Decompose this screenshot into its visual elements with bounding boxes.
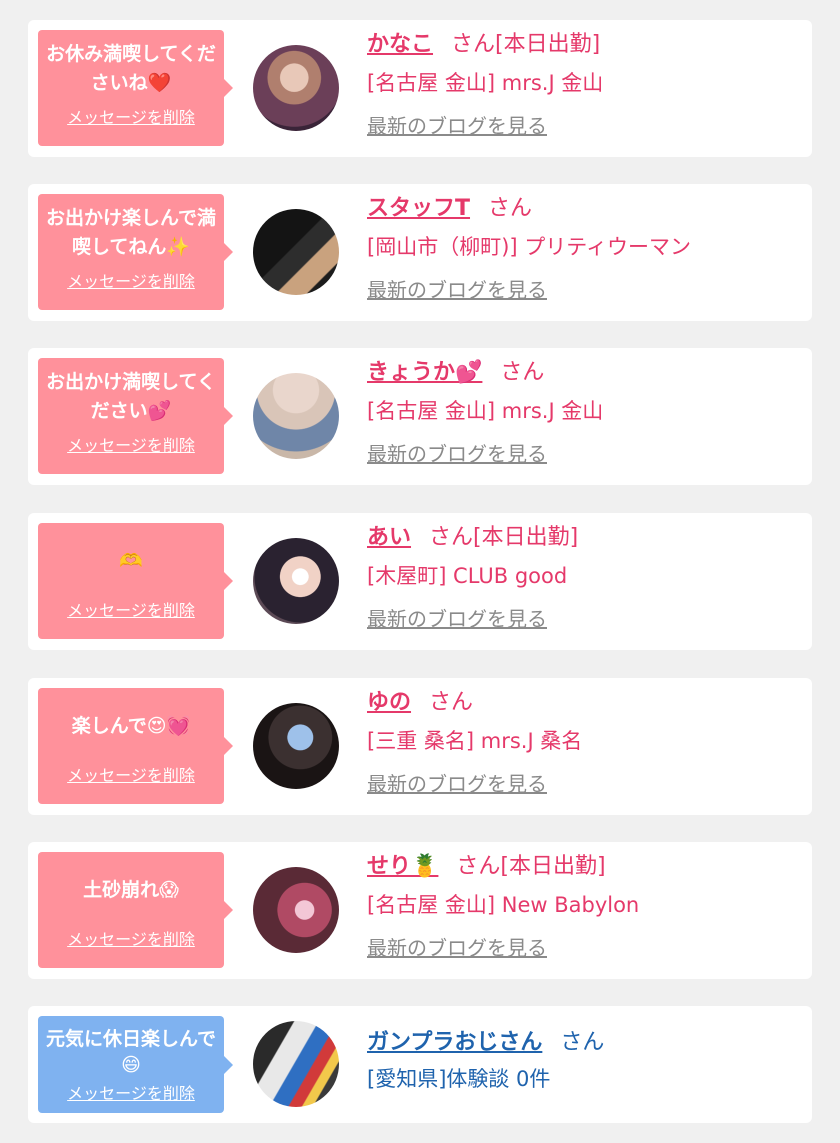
shop-info: [岡山市（柳町)] プリティウーマン	[367, 235, 691, 259]
latest-blog-link[interactable]: 最新のブログを見る	[367, 932, 547, 961]
avatar[interactable]	[253, 703, 339, 789]
latest-blog-link[interactable]: 最新のブログを見る	[367, 603, 547, 632]
message-bubble: お出かけ楽しんで満喫してねん✨ メッセージを削除	[38, 194, 233, 310]
message-card: お出かけ楽しんで満喫してねん✨ メッセージを削除 スタッフT さん [岡山市（柳町…	[28, 184, 812, 321]
message-text: お出かけ楽しんで満喫してねん✨	[45, 207, 217, 258]
member-name-link[interactable]: せり🍍	[367, 854, 438, 879]
member-name-link[interactable]: あい	[367, 525, 411, 550]
delete-message-link[interactable]: メッセージを削除	[67, 268, 195, 292]
name-suffix: さん[本日出勤]	[451, 32, 601, 57]
message-bubble: 元気に休日楽しんで😄 メッセージを削除	[38, 1016, 233, 1113]
avatar[interactable]	[253, 45, 339, 131]
member-info: スタッフT さん [岡山市（柳町)] プリティウーマン 最新のブログを見る	[367, 194, 691, 303]
message-card: お出かけ満喫してください💕 メッセージを削除 きょうか💕 さん [名古屋 金山] …	[28, 348, 812, 485]
name-suffix: さん[本日出勤]	[429, 525, 579, 550]
avatar[interactable]	[253, 538, 339, 624]
shop-info: [名古屋 金山] mrs.J 金山	[367, 71, 604, 95]
member-name-link[interactable]: ガンプラおじさん	[367, 1030, 542, 1055]
message-bubble: お休み満喫してくださいね❤️ メッセージを削除	[38, 30, 233, 146]
latest-blog-link[interactable]: 最新のブログを見る	[367, 110, 547, 139]
message-card: 土砂崩れ😱 メッセージを削除 せり🍍 さん[本日出勤] [名古屋 金山] New …	[28, 842, 812, 979]
message-card: お休み満喫してくださいね❤️ メッセージを削除 かなこ さん[本日出勤] [名古屋…	[28, 20, 812, 157]
message-bubble: 楽しんで😍💓 メッセージを削除	[38, 688, 233, 804]
member-info: せり🍍 さん[本日出勤] [名古屋 金山] New Babylon 最新のブログを…	[367, 852, 639, 961]
shop-info: [三重 桑名] mrs.J 桑名	[367, 729, 583, 753]
member-info: ゆの さん [三重 桑名] mrs.J 桑名 最新のブログを見る	[367, 688, 582, 797]
message-card: 元気に休日楽しんで😄 メッセージを削除 ガンプラおじさん さん [愛知県]体験談 …	[28, 1006, 812, 1123]
shop-info: [名古屋 金山] mrs.J 金山	[367, 399, 604, 423]
member-name-link[interactable]: かなこ	[367, 32, 433, 57]
message-text: お出かけ満喫してください💕	[46, 371, 216, 422]
latest-blog-link[interactable]: 最新のブログを見る	[367, 768, 547, 797]
member-info: あい さん[本日出勤] [木屋町] CLUB good 最新のブログを見る	[367, 523, 578, 632]
review-count: [愛知県]体験談 0件	[367, 1067, 551, 1091]
latest-blog-link[interactable]: 最新のブログを見る	[367, 438, 547, 467]
member-info: きょうか💕 さん [名古屋 金山] mrs.J 金山 最新のブログを見る	[367, 358, 603, 467]
message-bubble: 土砂崩れ😱 メッセージを削除	[38, 852, 233, 968]
avatar[interactable]	[253, 1021, 339, 1107]
name-suffix: さん	[488, 196, 533, 221]
name-suffix: さん[本日出勤]	[456, 854, 606, 879]
avatar[interactable]	[253, 373, 339, 459]
message-list: お休み満喫してくださいね❤️ メッセージを削除 かなこ さん[本日出勤] [名古屋…	[0, 0, 840, 1143]
delete-message-link[interactable]: メッセージを削除	[67, 762, 195, 786]
message-text: 元気に休日楽しんで😄	[45, 1028, 217, 1076]
delete-message-link[interactable]: メッセージを削除	[67, 597, 195, 621]
avatar[interactable]	[253, 209, 339, 295]
message-card: 🫶 メッセージを削除 あい さん[本日出勤] [木屋町] CLUB good 最新…	[28, 513, 812, 650]
name-suffix: さん	[560, 1030, 605, 1055]
latest-blog-link[interactable]: 最新のブログを見る	[367, 274, 547, 303]
delete-message-link[interactable]: メッセージを削除	[67, 926, 195, 950]
message-text: 🫶	[119, 550, 143, 572]
message-text: 土砂崩れ😱	[83, 879, 179, 901]
delete-message-link[interactable]: メッセージを削除	[67, 104, 195, 128]
name-suffix: さん	[429, 690, 474, 715]
avatar[interactable]	[253, 867, 339, 953]
member-info: かなこ さん[本日出勤] [名古屋 金山] mrs.J 金山 最新のブログを見る	[367, 30, 603, 139]
delete-message-link[interactable]: メッセージを削除	[67, 1080, 195, 1104]
member-name-link[interactable]: ゆの	[367, 690, 411, 715]
name-suffix: さん	[500, 360, 545, 385]
member-info: ガンプラおじさん さん [愛知県]体験談 0件	[367, 1028, 604, 1094]
message-bubble: 🫶 メッセージを削除	[38, 523, 233, 639]
member-name-link[interactable]: きょうか💕	[367, 360, 482, 385]
message-text: 楽しんで😍💓	[71, 715, 191, 737]
message-text: お休み満喫してくださいね❤️	[46, 43, 216, 94]
message-card: 楽しんで😍💓 メッセージを削除 ゆの さん [三重 桑名] mrs.J 桑名 最新…	[28, 678, 812, 815]
shop-info: [木屋町] CLUB good	[367, 564, 568, 588]
delete-message-link[interactable]: メッセージを削除	[67, 432, 195, 456]
member-name-link[interactable]: スタッフT	[367, 196, 470, 221]
message-bubble: お出かけ満喫してください💕 メッセージを削除	[38, 358, 233, 474]
shop-info: [名古屋 金山] New Babylon	[367, 893, 640, 917]
